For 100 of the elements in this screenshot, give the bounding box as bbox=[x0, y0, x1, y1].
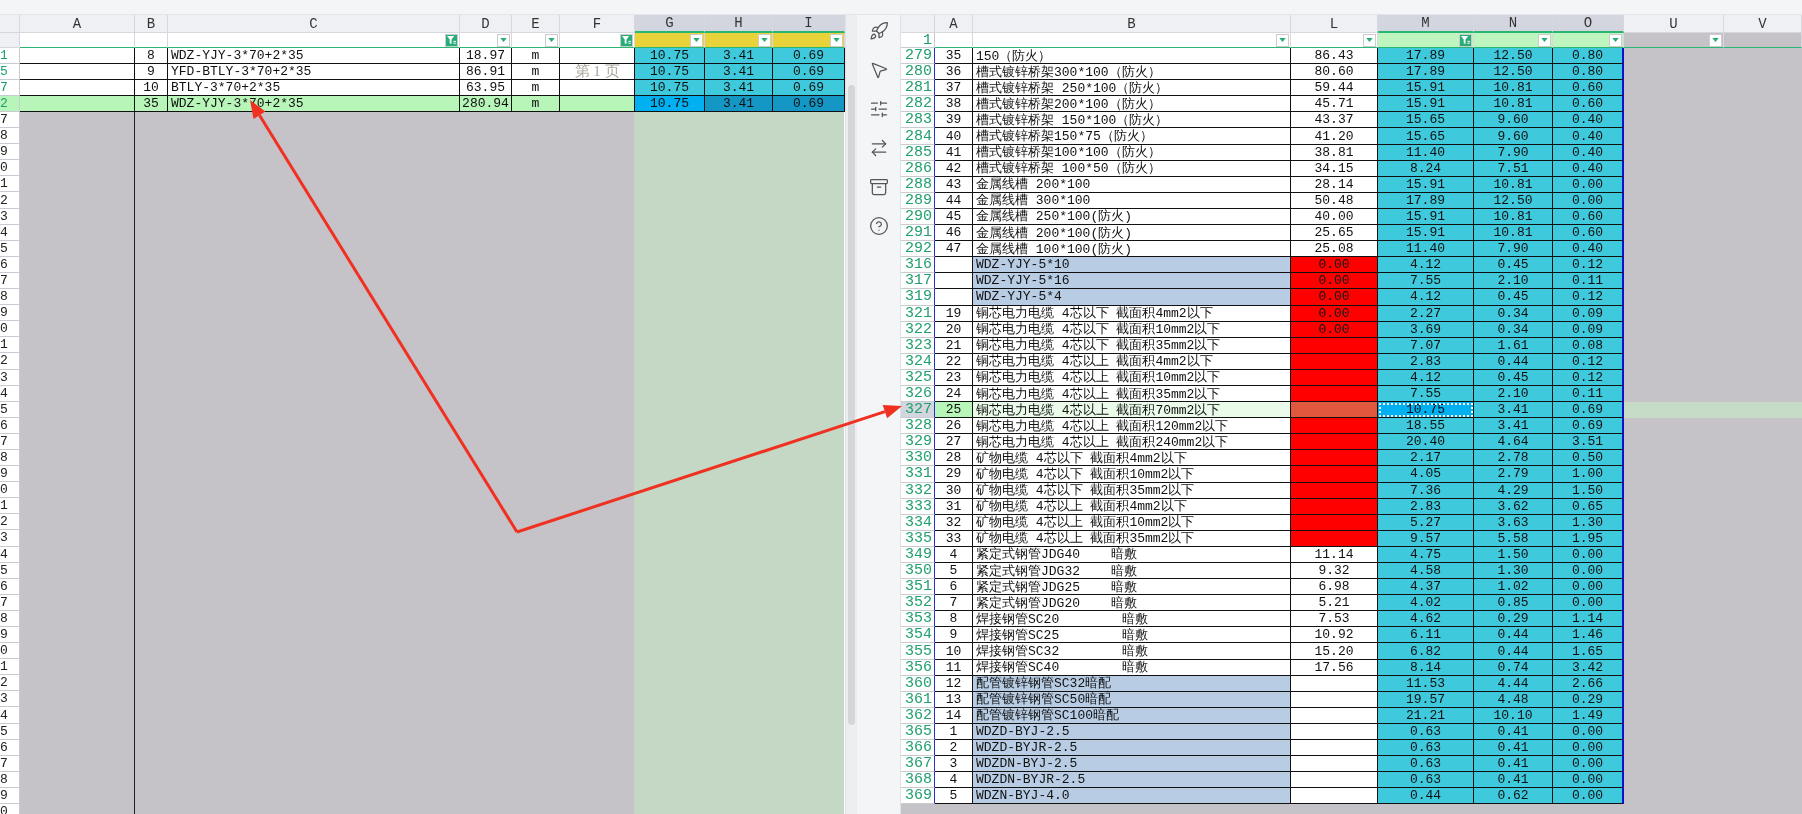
table-cell: 0.62 bbox=[1474, 788, 1553, 805]
column-header[interactable]: C bbox=[168, 15, 460, 33]
table-cell: 7.90 bbox=[1474, 241, 1553, 258]
rocket-icon[interactable] bbox=[868, 21, 889, 41]
table-cell: 0.11 bbox=[1553, 273, 1624, 290]
table-cell: 6.11 bbox=[1378, 627, 1474, 644]
filter-button[interactable] bbox=[690, 33, 703, 47]
table-cell: 15.65 bbox=[1378, 112, 1474, 129]
row-header-corner bbox=[0, 33, 20, 48]
table-cell: 38 bbox=[935, 96, 973, 113]
table-cell: 2.17 bbox=[1378, 450, 1474, 467]
row-number: 283 bbox=[901, 112, 935, 129]
table-cell: 矿物电缆 4芯以下 截面积4mm2以下 bbox=[973, 450, 1291, 467]
row-number: 368 bbox=[901, 772, 935, 789]
table-cell: 25 bbox=[935, 402, 973, 419]
table-cell: 3.41 bbox=[705, 64, 773, 80]
table-cell: 1.02 bbox=[1474, 579, 1553, 596]
column-header[interactable]: B bbox=[973, 15, 1291, 33]
table-cell: WDZN-BYJ-4.0 bbox=[973, 788, 1291, 805]
filter-button[interactable] bbox=[1709, 33, 1722, 47]
table-cell: 10 bbox=[135, 80, 168, 96]
row-number: 353 bbox=[901, 611, 935, 628]
filter-button[interactable] bbox=[1609, 33, 1622, 47]
table-cell: 15.91 bbox=[1378, 225, 1474, 242]
table-cell: 焊接钢管SC20 暗敷 bbox=[973, 611, 1291, 628]
table-cell: 9.32 bbox=[1291, 563, 1378, 580]
table-cell: 59.44 bbox=[1291, 80, 1378, 97]
row-number: 369 bbox=[901, 788, 935, 805]
funnel-icon bbox=[622, 35, 631, 45]
table-cell: WDZDN-BYJR-2.5 bbox=[973, 772, 1291, 789]
table-cell: 0.69 bbox=[773, 48, 845, 64]
table-cell: 1.14 bbox=[1553, 611, 1624, 628]
filter-button[interactable] bbox=[758, 33, 771, 47]
column-header[interactable]: O bbox=[1553, 15, 1624, 33]
table-cell: 0.40 bbox=[1553, 112, 1624, 129]
row-number: 3 bbox=[0, 530, 20, 547]
filter-button[interactable] bbox=[545, 33, 558, 47]
table-cell: 10.92 bbox=[1291, 627, 1378, 644]
filter-button[interactable] bbox=[445, 33, 458, 47]
table-cell: 35 bbox=[135, 96, 168, 112]
filter-button[interactable] bbox=[1363, 33, 1376, 47]
column-header[interactable]: N bbox=[1474, 15, 1553, 33]
caret-icon bbox=[1712, 38, 1719, 42]
column-header[interactable]: V bbox=[1724, 15, 1802, 33]
row-number: 279 bbox=[901, 48, 935, 65]
column-header[interactable]: G bbox=[635, 15, 705, 33]
table-cell: m bbox=[512, 64, 560, 80]
filter-button[interactable] bbox=[830, 33, 843, 47]
tray-icon[interactable] bbox=[868, 177, 889, 197]
caret-icon bbox=[833, 38, 840, 42]
column-header[interactable]: F bbox=[560, 15, 635, 33]
table-cell: 铜芯电力电缆 4芯以上 截面积120mm2以下 bbox=[973, 418, 1291, 435]
column-header[interactable]: B bbox=[135, 15, 168, 33]
table-cell: 41.20 bbox=[1291, 128, 1378, 145]
row-number: 9 bbox=[0, 144, 20, 161]
filter-button[interactable] bbox=[497, 33, 510, 47]
row-number: 355 bbox=[901, 643, 935, 660]
column-header[interactable]: M bbox=[1378, 15, 1474, 33]
row-number: 328 bbox=[901, 418, 935, 435]
table-cell: WDZ-YJY-5*4 bbox=[973, 289, 1291, 306]
table-cell: 9 bbox=[935, 627, 973, 644]
table-cell: m bbox=[512, 80, 560, 96]
table-cell: 0.12 bbox=[1553, 257, 1624, 274]
column-header[interactable]: A bbox=[20, 15, 135, 33]
table-cell: 0.00 bbox=[1553, 756, 1624, 773]
table-cell: 0.44 bbox=[1378, 788, 1474, 805]
table-cell: 2.78 bbox=[1474, 450, 1553, 467]
column-header[interactable]: H bbox=[705, 15, 773, 33]
table-cell: 43.37 bbox=[1291, 112, 1378, 129]
column-header[interactable]: U bbox=[1624, 15, 1724, 33]
table-cell: 17.89 bbox=[1378, 48, 1474, 65]
table-cell: BTLY-3*70+2*35 bbox=[168, 80, 460, 96]
table-cell: 10.75 bbox=[635, 80, 705, 96]
row-number: 366 bbox=[901, 740, 935, 757]
column-header[interactable]: A bbox=[935, 15, 973, 33]
table-cell: 0.50 bbox=[1553, 450, 1624, 467]
row-number: 351 bbox=[901, 579, 935, 596]
filter-button[interactable] bbox=[1459, 33, 1472, 47]
table-cell: 150（防火） bbox=[973, 48, 1291, 65]
column-header[interactable]: E bbox=[512, 15, 560, 33]
row-number: 1 bbox=[0, 48, 20, 64]
table-cell: 4.12 bbox=[1378, 289, 1474, 306]
table-cell: 0.12 bbox=[1553, 289, 1624, 306]
column-header[interactable]: D bbox=[460, 15, 512, 33]
filter-button[interactable] bbox=[1538, 33, 1551, 47]
scrollbar-thumb[interactable] bbox=[848, 85, 855, 725]
filter-button[interactable] bbox=[620, 33, 633, 47]
table-cell: 25.08 bbox=[1291, 241, 1378, 258]
table-cell: 0.60 bbox=[1553, 96, 1624, 113]
column-header[interactable]: I bbox=[773, 15, 845, 33]
table-cell: 9 bbox=[135, 64, 168, 80]
row-number: 0 bbox=[0, 482, 20, 499]
row-number: 1 bbox=[0, 659, 20, 676]
help-icon[interactable] bbox=[868, 216, 889, 236]
sliders-icon[interactable] bbox=[868, 99, 889, 119]
table-cell: 4.05 bbox=[1378, 466, 1474, 483]
row-number: 7 bbox=[0, 80, 20, 96]
filter-button[interactable] bbox=[1276, 33, 1289, 47]
table-cell: 3 bbox=[935, 756, 973, 773]
column-header[interactable]: L bbox=[1291, 15, 1378, 33]
